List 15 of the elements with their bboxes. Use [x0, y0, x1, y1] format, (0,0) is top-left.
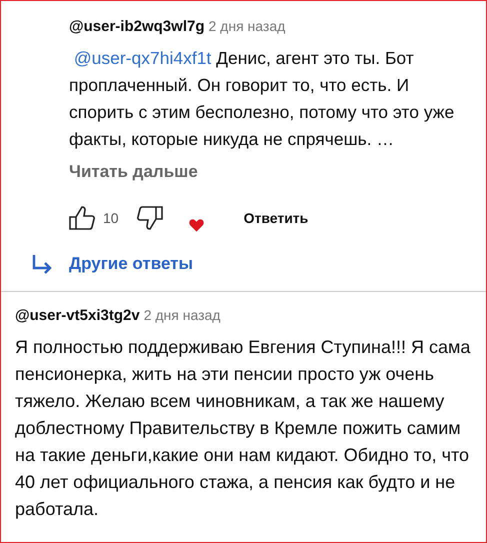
comment-text: Я полностью поддерживаю Евгения Ступина!!! Я сама пенсионерка, жить на эти пенсии просто уж очень тяжело. Желаю всем чиновникам, а так же нашему доблестному Правительству в Кремле пожить самим на такие деньги,какие они нам кидают. Обидно то, что 40 лет официального стажа, а пенсия как будто и не работала. [15, 336, 472, 521]
reply-button[interactable]: Ответить [244, 208, 308, 228]
more-replies-button[interactable]: Другие ответы [69, 251, 194, 276]
like-count: 10 [103, 208, 119, 228]
dislike-icon[interactable] [136, 205, 163, 231]
heart-icon [188, 218, 204, 232]
reply-arrow-icon[interactable] [31, 254, 53, 274]
mention-link[interactable]: @user-qx7hi4xf1t [74, 48, 212, 68]
like-icon[interactable] [69, 205, 95, 231]
read-more-link[interactable]: Читать дальше [69, 159, 198, 184]
timestamp: 2 дня назад [208, 18, 286, 34]
author-name[interactable]: @user-vt5xi3tg2v [15, 306, 140, 324]
comment-text: @user-qx7hi4xf1t Денис, агент это ты. Бот проплаченный. Он говорит то, что есть. И спорить с этим бесполезно, потому что это уже факты, которые никуда не спрячешь. … [69, 47, 456, 151]
author-name[interactable]: @user-ib2wq3wl7g [69, 18, 204, 35]
timestamp: 2 дня назад [144, 306, 220, 322]
